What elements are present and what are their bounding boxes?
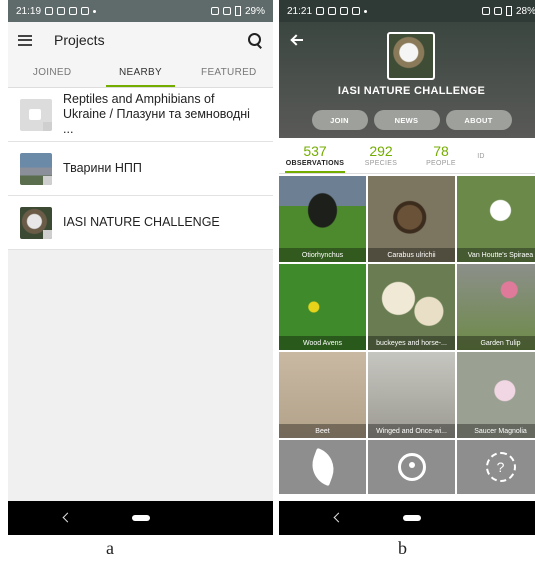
status-bar: 21:21 28%: [279, 0, 535, 22]
home-button[interactable]: [402, 515, 421, 521]
project-title: IASI NATURE CHALLENGE: [337, 85, 486, 97]
battery-level: 28%: [515, 5, 535, 17]
menu-icon[interactable]: [18, 34, 32, 46]
search-icon[interactable]: [247, 32, 263, 48]
observation-tile[interactable]: ?: [457, 440, 535, 494]
observation-tile[interactable]: Otiorhynchus: [279, 176, 366, 262]
observation-tile[interactable]: buckeyes and horse-...: [368, 264, 455, 350]
project-item[interactable]: IASI NATURE CHALLENGE: [8, 196, 273, 250]
people-label: PEOPLE: [426, 160, 456, 167]
observation-tile[interactable]: [279, 440, 366, 494]
tab-featured[interactable]: FEATURED: [185, 58, 273, 87]
observation-tile[interactable]: Garden Tulip: [457, 264, 535, 350]
observation-name: Garden Tulip: [457, 336, 535, 350]
location-icon: [210, 7, 219, 15]
project-badge-icon: [43, 229, 52, 239]
project-item[interactable]: Тварини НПП: [8, 142, 273, 196]
project-list: Reptiles and Amphibians of Ukraine / Пла…: [8, 88, 273, 250]
project-icon: [387, 32, 435, 80]
tab-people[interactable]: 78 PEOPLE: [411, 138, 471, 173]
game-icon: [69, 7, 78, 15]
observation-tile[interactable]: Van Houtte's Spiraea: [457, 176, 535, 262]
observation-name: Saucer Magnolia: [457, 424, 535, 438]
arrow-back-icon[interactable]: [291, 34, 304, 46]
tab-identifiers[interactable]: ID: [471, 138, 491, 173]
system-nav-bar: [8, 501, 273, 535]
observation-tile[interactable]: Wood Avens: [279, 264, 366, 350]
game-icon: [81, 7, 90, 15]
notification-icon: [45, 7, 54, 15]
gallery-icon: [340, 7, 349, 15]
back-icon[interactable]: [333, 512, 344, 523]
battery-icon: [234, 6, 241, 16]
project-badge-icon: [43, 175, 52, 185]
project-name: Тварини НПП: [63, 161, 142, 175]
plant-icon: [305, 447, 340, 487]
observations-label: OBSERVATIONS: [285, 160, 345, 167]
battery-icon: [505, 6, 512, 16]
system-nav-bar: [279, 501, 535, 535]
briefcase-icon: [29, 108, 41, 120]
wifi-icon: [222, 7, 231, 15]
join-button[interactable]: JOIN: [311, 110, 368, 130]
game-icon: [352, 7, 361, 15]
project-item[interactable]: Reptiles and Amphibians of Ukraine / Пла…: [8, 88, 273, 142]
observation-name: Wood Avens: [279, 336, 366, 350]
unknown-icon: ?: [485, 452, 516, 482]
identifiers-label: ID: [477, 152, 485, 160]
observation-tile[interactable]: Winged and Once-wi...: [368, 352, 455, 438]
species-label: SPECIES: [364, 160, 398, 167]
project-badge-icon: [43, 121, 52, 131]
status-time: 21:21: [287, 5, 313, 17]
news-button[interactable]: NEWS: [373, 110, 440, 130]
tab-joined[interactable]: JOINED: [8, 58, 96, 87]
status-time: 21:19: [16, 5, 42, 17]
tab-observations[interactable]: 537 OBSERVATIONS: [279, 138, 351, 173]
app-bar: Projects: [8, 22, 273, 58]
observations-count: 537: [303, 143, 327, 159]
location-icon: [481, 7, 490, 15]
observation-grid: Otiorhynchus Carabus ulrichii Van Houtte…: [279, 174, 535, 494]
project-header: IASI NATURE CHALLENGE JOIN NEWS ABOUT: [279, 22, 535, 138]
gallery-icon: [316, 7, 325, 15]
screen-a: 21:19 29% Projects JOINED NEARBY FEATURE…: [8, 0, 273, 535]
observation-name: Carabus ulrichii: [368, 248, 455, 262]
project-name: IASI NATURE CHALLENGE: [63, 215, 220, 229]
observation-tile[interactable]: Carabus ulrichii: [368, 176, 455, 262]
more-dot-icon: [364, 9, 368, 13]
people-count: 78: [433, 143, 449, 159]
tab-nearby[interactable]: NEARBY: [96, 58, 184, 87]
observation-name: Van Houtte's Spiraea: [457, 248, 535, 262]
observation-tile[interactable]: [368, 440, 455, 494]
figure-label-a: a: [106, 538, 114, 558]
observation-name: buckeyes and horse-...: [368, 336, 455, 350]
home-button[interactable]: [131, 515, 150, 521]
tab-species[interactable]: 292 SPECIES: [351, 138, 411, 173]
battery-level: 29%: [244, 5, 265, 17]
figure-label-b: b: [398, 538, 407, 558]
observation-name: Otiorhynchus: [279, 248, 366, 262]
observation-name: Beet: [279, 424, 366, 438]
notification-icon: [328, 7, 337, 15]
wifi-icon: [493, 7, 502, 15]
gallery-icon: [57, 7, 66, 15]
more-dot-icon: [93, 9, 97, 13]
observation-tile[interactable]: Beet: [279, 352, 366, 438]
project-thumbnail: [20, 98, 52, 131]
page-title: Projects: [54, 32, 105, 48]
animal-icon: [397, 453, 426, 481]
project-thumbnail: [20, 206, 52, 239]
stats-tabs: 537 OBSERVATIONS 292 SPECIES 78 PEOPLE I…: [279, 138, 535, 174]
screen-b: 21:21 28% IASI NATURE CHALLENGE JOIN NEW…: [279, 0, 535, 535]
species-count: 292: [369, 143, 393, 159]
observation-tile[interactable]: Saucer Magnolia: [457, 352, 535, 438]
about-button[interactable]: ABOUT: [445, 110, 512, 130]
back-icon[interactable]: [62, 512, 73, 523]
project-tabs: JOINED NEARBY FEATURED: [8, 58, 273, 88]
status-bar: 21:19 29%: [8, 0, 273, 22]
project-thumbnail: [20, 152, 52, 185]
observation-name: Winged and Once-wi...: [368, 424, 455, 438]
project-name: Reptiles and Amphibians of Ukraine / Пла…: [63, 92, 250, 136]
